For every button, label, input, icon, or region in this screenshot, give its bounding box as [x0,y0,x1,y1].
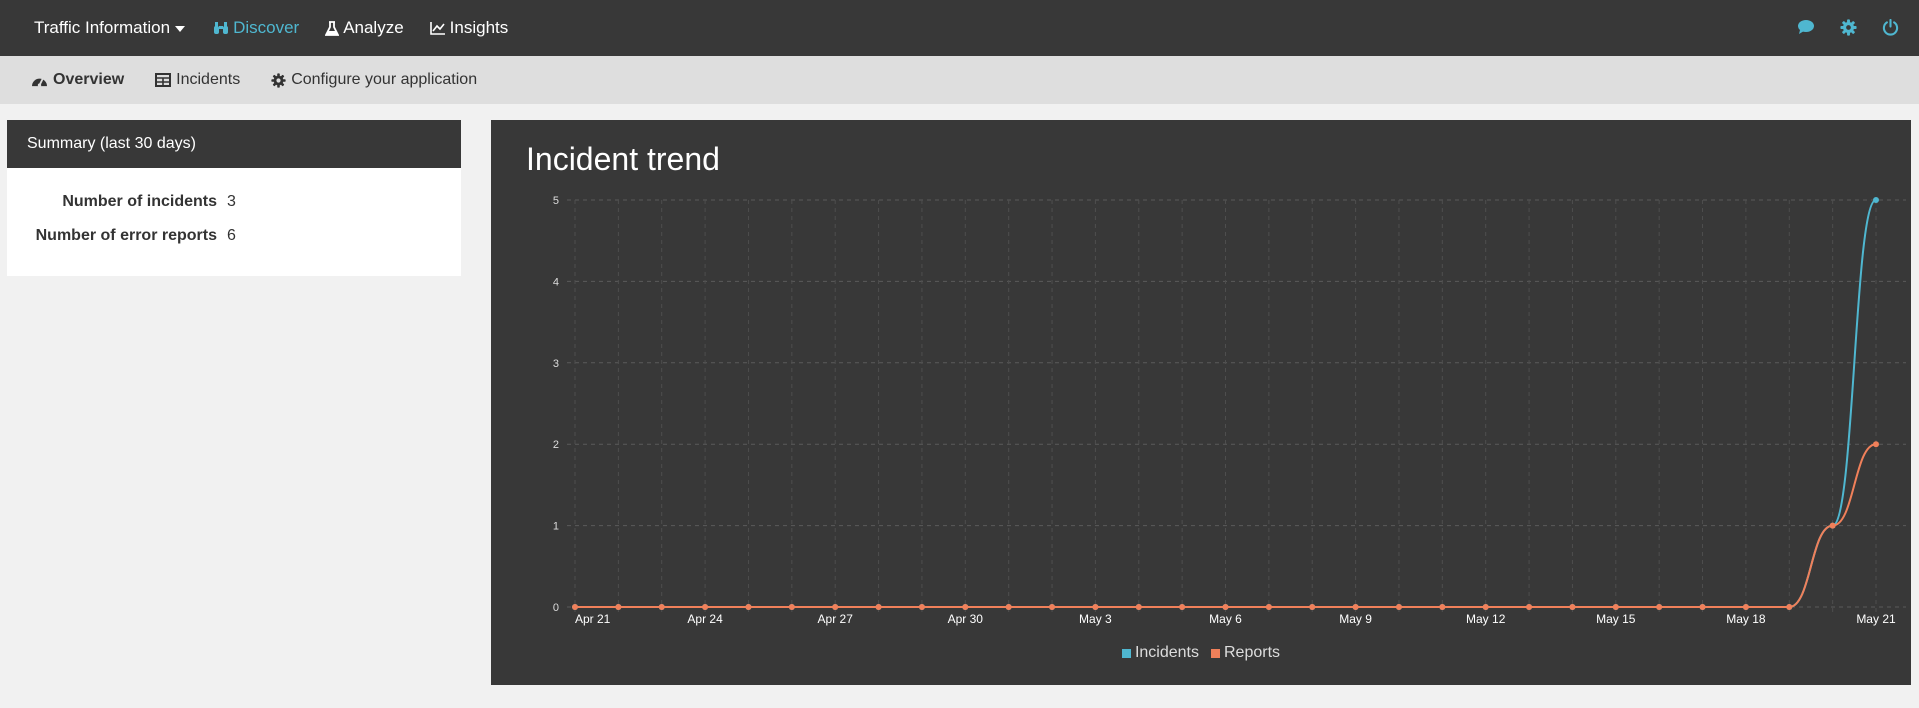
x-tick-label: May 6 [1209,612,1242,626]
data-point-reports [1526,604,1533,610]
y-tick-label: 3 [553,358,559,370]
tab-incidents-label: Incidents [176,71,241,88]
nav-discover-label: Discover [233,18,300,37]
x-tick-label: Apr 30 [948,612,984,626]
x-tick-label: May 15 [1596,612,1636,626]
top-right-icons [1775,16,1901,38]
data-point-reports [1135,604,1142,610]
data-point-reports [702,604,709,610]
data-point-incidents [1873,197,1879,203]
data-point-reports [615,604,622,610]
legend-swatch [1121,648,1131,658]
data-point-reports [1482,604,1489,610]
data-point-reports [1873,441,1879,448]
power-icon[interactable] [1879,16,1901,38]
x-tick-label: Apr 27 [818,612,854,626]
summary-row-reports: Number of error reports 6 [7,219,461,253]
legend-item-reports[interactable]: Reports [1211,644,1280,662]
summary-panel: Summary (last 30 days) Number of inciden… [7,120,461,276]
data-point-reports [572,604,578,610]
data-point-reports [962,604,969,610]
legend-label: Incidents [1134,644,1199,661]
summary-body: Number of incidents 3 Number of error re… [7,168,461,253]
incident-trend-chart: 0 1 2 3 4 5 Apr 21 Apr 24 Apr 27 Apr 30 May 3 May 6… [553,195,1906,626]
chart-legend: Incidents Reports [491,644,1911,662]
data-point-reports [788,604,795,610]
caret-down-icon [175,25,186,32]
data-point-reports [1179,604,1186,610]
data-point-reports [1309,604,1316,610]
data-point-reports [1092,604,1099,610]
app-name: Traffic Information [34,18,171,37]
data-point-reports [1005,604,1012,610]
tab-overview[interactable]: Overview [31,71,124,89]
data-point-reports [1786,604,1793,610]
flask-icon [325,20,340,36]
nav-insights[interactable]: Insights [429,18,509,38]
gear-icon [271,72,286,88]
nav-discover[interactable]: Discover [213,18,299,38]
x-tick-label: Apr 21 [575,612,611,626]
data-point-reports [1829,522,1836,529]
legend-item-incidents[interactable]: Incidents [1121,644,1199,662]
sub-navbar: Overview Incidents Configure your applic… [0,56,1919,104]
summary-row-incidents: Number of incidents 3 [7,185,461,219]
data-point-reports [875,604,882,610]
data-point-reports [745,604,752,610]
y-tick-label: 4 [553,276,559,288]
data-point-reports [1656,604,1663,610]
y-tick-label: 1 [553,521,559,533]
tab-configure[interactable]: Configure your application [271,71,477,89]
data-point-reports [1699,604,1706,610]
top-navbar: Traffic Information Discover Analyze Ins… [0,0,1919,56]
x-tick-label: May 12 [1466,612,1506,626]
app-switcher-dropdown[interactable]: Traffic Information [34,18,186,38]
data-point-reports [1352,604,1359,610]
tab-configure-label: Configure your application [291,71,478,88]
nav-analyze-label: Analyze [343,18,404,37]
y-tick-label: 5 [553,195,559,207]
x-tick-label: Apr 24 [687,612,723,626]
data-point-reports [1569,604,1576,610]
x-tick-label: May 21 [1856,612,1896,626]
line-chart-icon [429,22,445,35]
table-icon [155,73,172,87]
dashboard-icon [32,77,47,87]
data-point-reports [1222,604,1229,610]
incident-trend-panel: Incident trend 0 1 2 3 4 5 Apr 21 Apr 24 Apr 27 A… [491,120,1911,685]
data-point-reports [832,604,839,610]
data-point-reports [1439,604,1446,610]
summary-value: 6 [227,227,236,244]
y-tick-label: 2 [553,439,559,451]
summary-label: Number of error reports [35,227,217,244]
legend-swatch [1211,648,1220,658]
data-point-reports [1049,604,1056,610]
tab-incidents[interactable]: Incidents [155,71,240,89]
gear-icon[interactable] [1837,16,1859,38]
data-point-reports [918,604,925,610]
data-point-reports [1395,604,1402,610]
summary-value: 3 [227,193,236,210]
legend-label: Reports [1224,644,1281,661]
data-point-reports [1742,604,1749,610]
summary-title: Summary (last 30 days) [7,120,461,168]
data-point-reports [1612,604,1619,610]
x-tick-label: May 9 [1339,612,1372,626]
chat-icon[interactable] [1795,16,1817,38]
nav-insights-label: Insights [449,18,509,37]
nav-analyze[interactable]: Analyze [325,18,404,38]
main-nav: Discover Analyze Insights [213,18,534,38]
y-tick-label: 0 [553,602,559,614]
x-tick-label: May 18 [1726,612,1766,626]
binoculars-icon [214,22,229,34]
data-point-reports [1265,604,1272,610]
x-tick-label: May 3 [1079,612,1112,626]
data-point-reports [658,604,665,610]
tab-overview-label: Overview [53,71,125,88]
summary-label: Number of incidents [62,193,217,210]
